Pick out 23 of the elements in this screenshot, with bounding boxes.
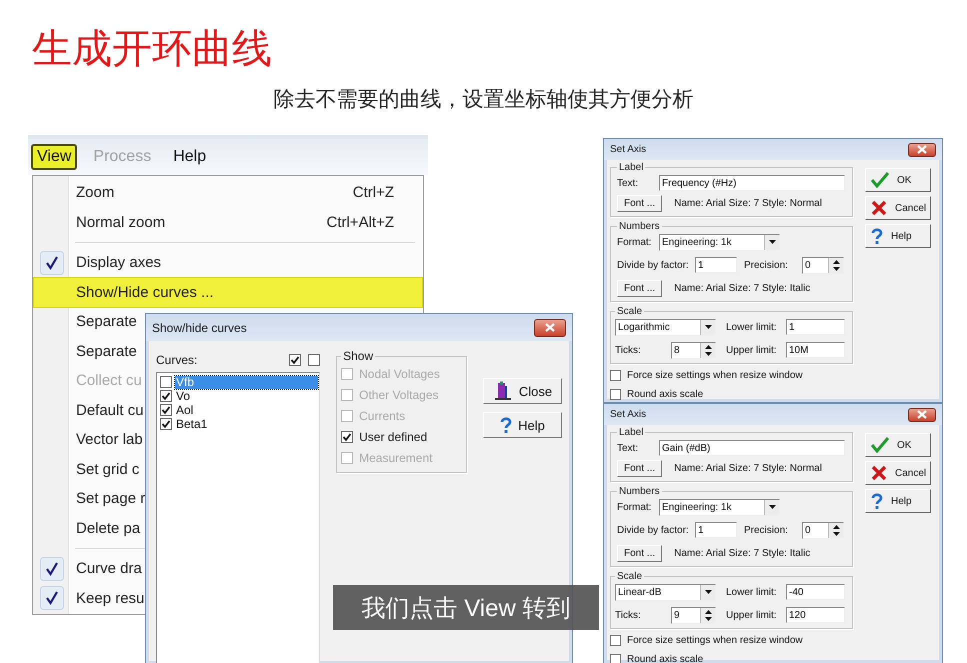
numbers-group: Numbers Format: Engineering: 1k Divide by factor: 1 Precision: 0 Font ... Name: Arial Size: 7 Style: Italic <box>610 221 853 302</box>
video-caption: 我们点击 View 转到 <box>333 585 599 630</box>
label-group: Label Text: Frequency (#Hz) Font ... Name: Arial Size: 7 Style: Normal <box>610 162 853 217</box>
label-group: Label Text: Gain (#dB) Font ... Name: Arial Size: 7 Style: Normal <box>610 427 853 482</box>
option-label: Other Voltages <box>359 388 438 402</box>
curves-label: Curves: <box>156 353 198 367</box>
slide-subtitle: 除去不需要的曲线，设置坐标轴使其方便分析 <box>274 87 694 113</box>
option-label: Force size settings when resize window <box>627 370 803 381</box>
numbers-group: Numbers Format: Engineering: 1k Divide by factor: 1 Precision: 0 Font ... Name: Arial Size: 7 Style: Italic <box>610 486 853 567</box>
window-title: Show/hide curves <box>152 320 247 334</box>
option-label: Round axis scale <box>627 389 704 400</box>
slide-title: 生成开环曲线 <box>32 26 272 72</box>
window-title: Set Axis <box>610 409 646 420</box>
option-label: Round axis scale <box>627 654 704 663</box>
option-label: Measurement <box>359 450 432 464</box>
option-label: Force size settings when resize window <box>627 635 803 646</box>
option-label: User defined <box>359 430 428 444</box>
option-label: Nodal Voltages <box>359 366 440 380</box>
scale-group: Scale Linear-dB Lower limit: -40 Ticks: 9 Upper limit: 120 <box>610 571 853 629</box>
window-title: Set Axis <box>610 144 646 155</box>
option-label: Currents <box>359 408 406 422</box>
scale-group: Scale Logarithmic Lower limit: 1 Ticks: 8 Upper limit: 10M <box>610 306 853 364</box>
show-group: Show Nodal Voltages Other Voltages Currents User defined Measurement <box>336 349 467 473</box>
